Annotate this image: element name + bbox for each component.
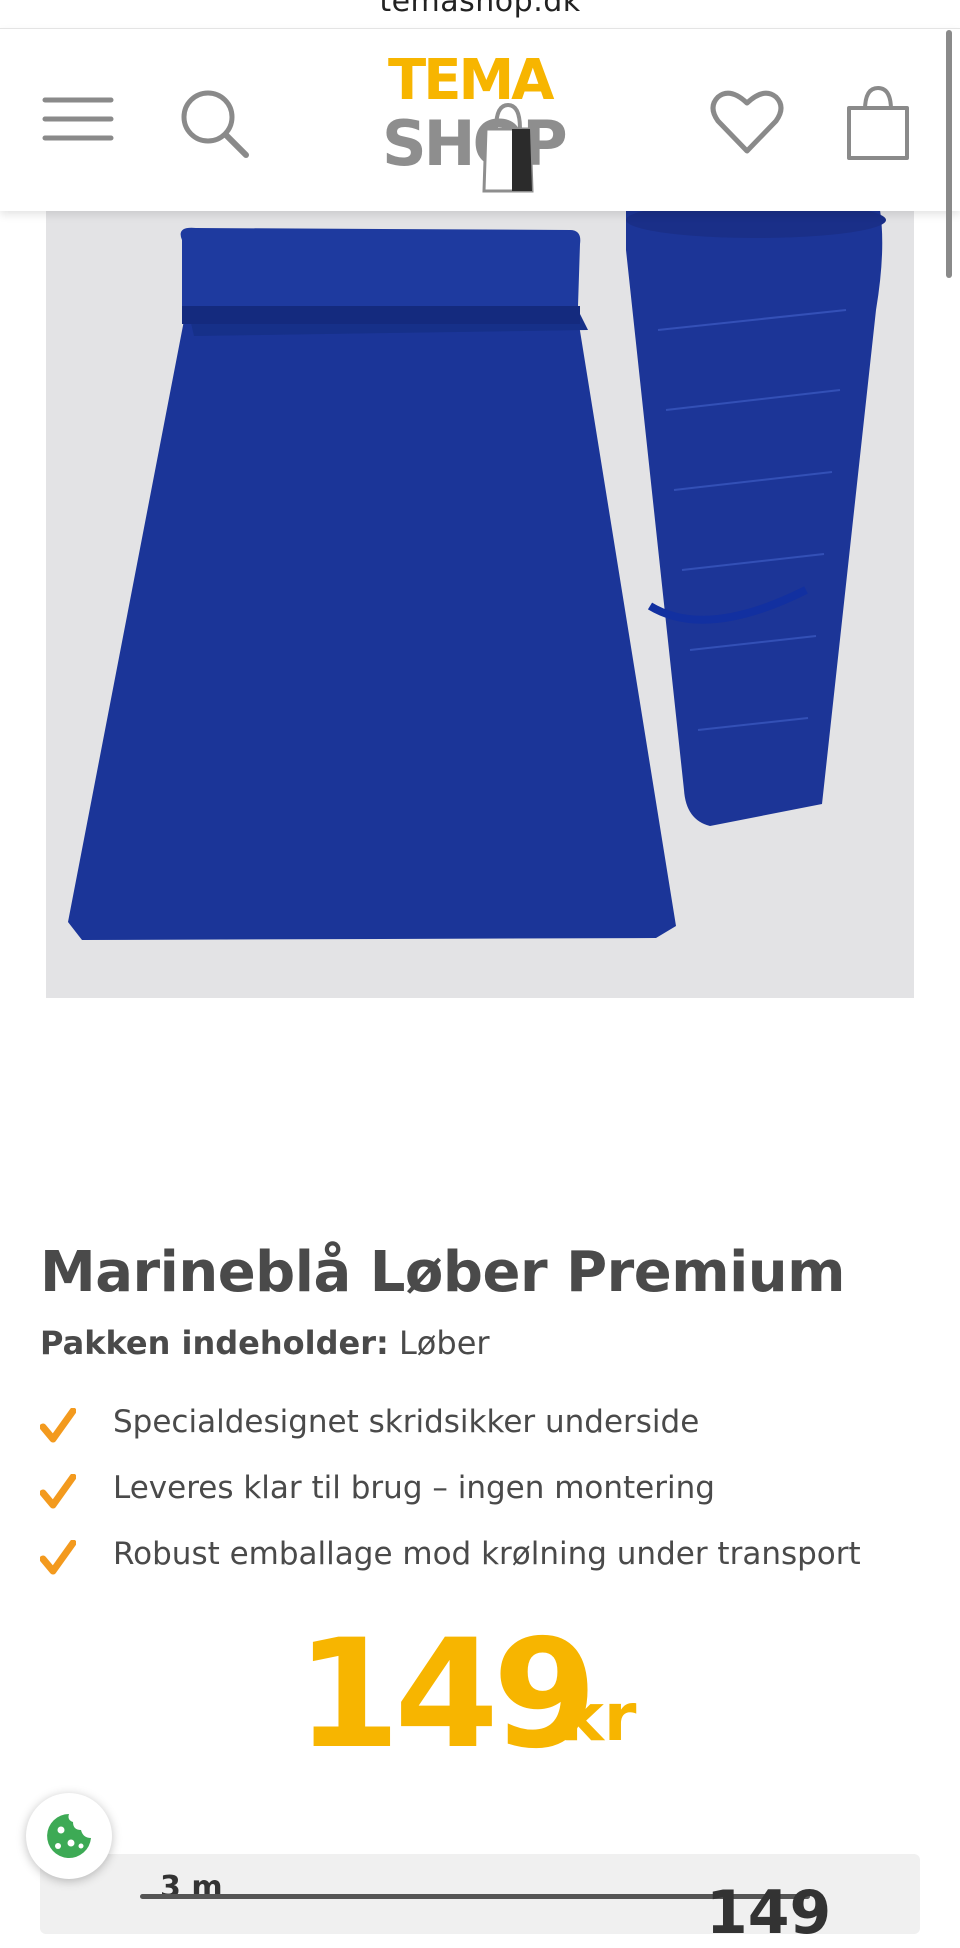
variant-price: 149 [706, 1878, 832, 1948]
variant-option-3m[interactable]: 3 m 149 [40, 1854, 920, 1948]
price-unit: kr [560, 1679, 637, 1756]
feature-text: Specialdesignet skridsikker underside [113, 1404, 700, 1440]
variant-name: 3 m [160, 1870, 223, 1905]
package-value: Løber [398, 1324, 490, 1362]
browser-url-bar[interactable]: temashop.dk [0, 0, 960, 28]
menu-icon[interactable] [42, 94, 114, 144]
feature-item: Specialdesignet skridsikker underside [40, 1398, 940, 1464]
feature-item: Leveres klar til brug – ingen montering [40, 1464, 940, 1530]
cookie-icon [47, 1814, 91, 1858]
checkmark-icon [40, 1540, 76, 1575]
url-text: temashop.dk [379, 0, 581, 19]
checkmark-icon [40, 1474, 76, 1509]
feature-text: Robust emballage mod krølning under tran… [113, 1536, 861, 1572]
feature-list: Specialdesignet skridsikker underside Le… [40, 1398, 940, 1596]
feature-item: Robust emballage mod krølning under tran… [40, 1530, 940, 1596]
search-icon[interactable] [178, 87, 250, 159]
site-header: TEMA SHOP [0, 28, 960, 211]
page-scrollbar[interactable] [946, 30, 952, 278]
cookie-settings-button[interactable] [26, 1793, 112, 1879]
shopping-bag-icon[interactable] [845, 84, 911, 162]
logo-bag-icon [482, 102, 534, 193]
checkmark-icon [40, 1408, 76, 1443]
logo-bottom-text: SHOP [382, 107, 568, 180]
package-contents: Pakken indeholder: Løber [40, 1320, 490, 1366]
feature-text: Leveres klar til brug – ingen montering [113, 1470, 715, 1506]
package-label: Pakken indeholder: [40, 1324, 389, 1362]
price-value: 149 [296, 1608, 597, 1782]
product-image [46, 210, 914, 998]
heart-icon[interactable] [710, 87, 784, 157]
product-title: Marineblå Løber Premium [40, 1240, 845, 1305]
temashop-logo[interactable]: TEMA SHOP [382, 49, 582, 199]
